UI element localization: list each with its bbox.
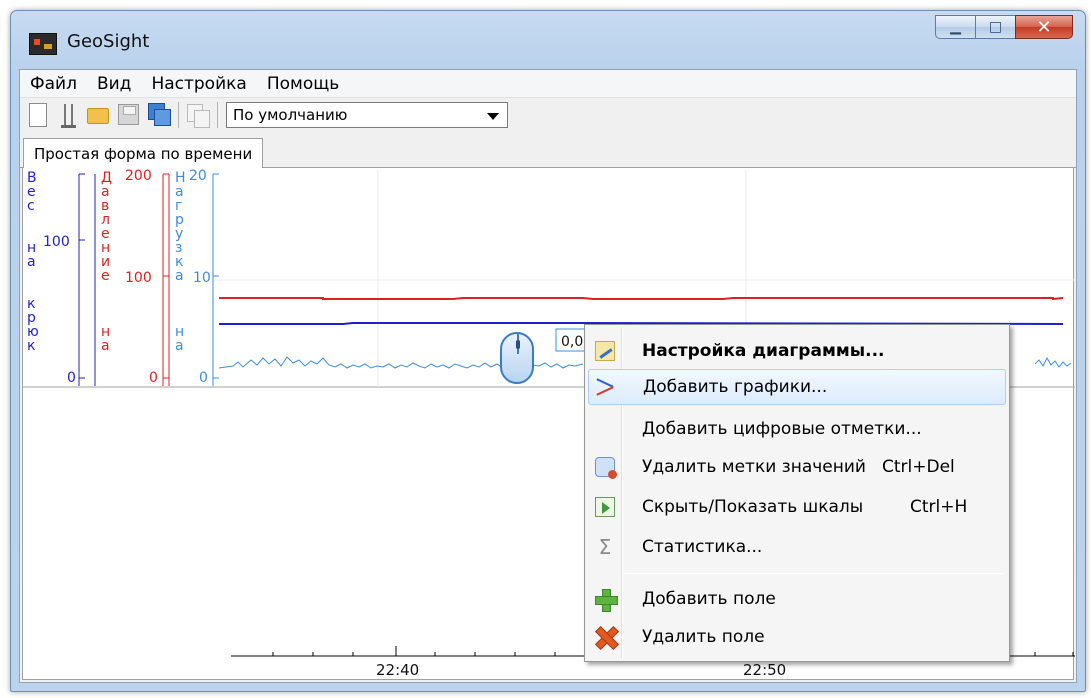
profile-select-value: По умолчанию	[233, 106, 348, 124]
menu-item-chart-settings[interactable]: Настройка диаграммы...	[588, 333, 1006, 369]
scale-tick-label: 10	[193, 270, 211, 286]
menu-item-add-digital-marks[interactable]: Добавить цифровые отметки...	[588, 411, 1006, 447]
minimize-button[interactable]: ▁	[935, 15, 975, 39]
new-document-button[interactable]	[26, 102, 50, 128]
scale-tick-label: 20	[189, 168, 207, 184]
svg-text:а: а	[175, 338, 184, 354]
maximize-button[interactable]: □	[975, 15, 1015, 39]
scale-weight[interactable]: В е с н а к р ю к 100 0	[27, 170, 85, 386]
save-icon	[118, 104, 139, 125]
scale-title-letter: а	[27, 254, 36, 270]
toggle-scales-icon	[595, 497, 615, 517]
close-icon: ✕	[1036, 16, 1052, 38]
toolbar: По умолчанию	[20, 98, 1076, 132]
menu-item-add-graphs[interactable]: Добавить графики...	[588, 369, 1006, 405]
copy-icon	[187, 104, 210, 128]
tab-time-form[interactable]: Простая форма по времени	[23, 138, 264, 169]
tower-icon	[61, 104, 76, 128]
menu-item-label: Добавить графики...	[643, 377, 828, 397]
open-folder-icon	[87, 108, 109, 124]
title-bar[interactable]: GeoSight ▁ □ ✕	[11, 11, 1085, 67]
menu-separator	[625, 573, 1005, 574]
window-title: GeoSight	[67, 31, 150, 52]
time-tick-label: 22:50	[743, 661, 786, 679]
menu-help[interactable]: Помощь	[257, 74, 349, 94]
menu-item-shortcut: Ctrl+H	[910, 497, 968, 517]
toolbar-separator	[178, 102, 179, 128]
svg-text:а: а	[101, 338, 110, 354]
save-all-icon	[148, 103, 171, 126]
add-graph-icon	[596, 378, 616, 398]
menu-item-delete-field[interactable]: Удалить поле	[588, 619, 1006, 655]
scale-title-letter: с	[27, 198, 35, 214]
tab-strip: Простая форма по времени	[20, 136, 1076, 169]
profile-select[interactable]: По умолчанию	[226, 102, 508, 128]
toolbar-separator	[217, 102, 218, 128]
scale-tick-label: 0	[199, 370, 208, 386]
menu-item-add-field[interactable]: Добавить поле	[588, 581, 1006, 617]
menu-item-delete-marks[interactable]: Удалить метки значений Ctrl+Del	[588, 449, 1006, 485]
scale-tick-label: 100	[43, 234, 70, 250]
svg-text:а: а	[175, 268, 184, 284]
menu-item-label: Настройка диаграммы...	[642, 341, 885, 361]
context-menu: Настройка диаграммы... Добавить графики.…	[584, 324, 1010, 662]
edit-chart-icon	[595, 341, 615, 361]
scale-tick-label: 100	[125, 270, 152, 286]
close-button[interactable]: ✕	[1015, 15, 1073, 39]
maximize-icon: □	[988, 19, 1003, 35]
scale-tick-label: 200	[125, 168, 152, 184]
app-logo-icon	[29, 33, 57, 55]
save-button[interactable]	[116, 102, 140, 128]
sigma-icon: Σ	[598, 535, 612, 559]
open-button[interactable]	[86, 102, 110, 128]
scale-tick-label: 0	[149, 370, 158, 386]
plus-icon	[595, 589, 618, 612]
series-line-load	[1034, 356, 1072, 368]
svg-text:е: е	[101, 268, 110, 284]
menu-item-label: Удалить поле	[642, 627, 765, 647]
window-controls: ▁ □ ✕	[935, 15, 1073, 41]
tab-label: Простая форма по времени	[34, 145, 253, 163]
menu-file[interactable]: Файл	[20, 74, 87, 94]
copy-button[interactable]	[185, 102, 210, 128]
menu-view[interactable]: Вид	[87, 74, 141, 94]
menu-item-label: Статистика...	[642, 537, 763, 557]
menu-item-label: Добавить поле	[642, 589, 776, 609]
menu-item-toggle-scales[interactable]: Скрыть/Показать шкалы Ctrl+H	[588, 489, 1006, 525]
menu-item-label: Скрыть/Показать шкалы	[642, 497, 864, 517]
menu-item-label: Добавить цифровые отметки...	[642, 419, 922, 439]
mouse-icon	[500, 332, 534, 384]
scale-title-letter: к	[27, 338, 35, 354]
save-all-button[interactable]	[146, 102, 171, 128]
menu-item-shortcut: Ctrl+Del	[882, 457, 955, 477]
new-document-icon	[29, 103, 47, 127]
menu-item-label: Удалить метки значений	[642, 457, 866, 477]
delete-marks-icon	[595, 457, 617, 479]
series-line-pressure	[219, 297, 1064, 301]
time-tick-label: 22:40	[376, 661, 419, 679]
menu-bar: Файл Вид Настройка Помощь	[20, 70, 1076, 98]
menu-settings[interactable]: Настройка	[141, 74, 256, 94]
menu-item-statistics[interactable]: Σ Статистика...	[588, 529, 1006, 565]
scale-load[interactable]: Н а г р у з к а н а 20 10 0	[168, 168, 219, 386]
chevron-down-icon	[487, 113, 499, 120]
delete-x-icon	[595, 627, 615, 647]
minimize-icon: ▁	[950, 19, 961, 35]
tower-button[interactable]	[56, 102, 80, 128]
scale-tick-label: 0	[67, 370, 76, 386]
scale-pressure[interactable]: Д а в л е н и е н а 200 100 0	[94, 168, 169, 386]
